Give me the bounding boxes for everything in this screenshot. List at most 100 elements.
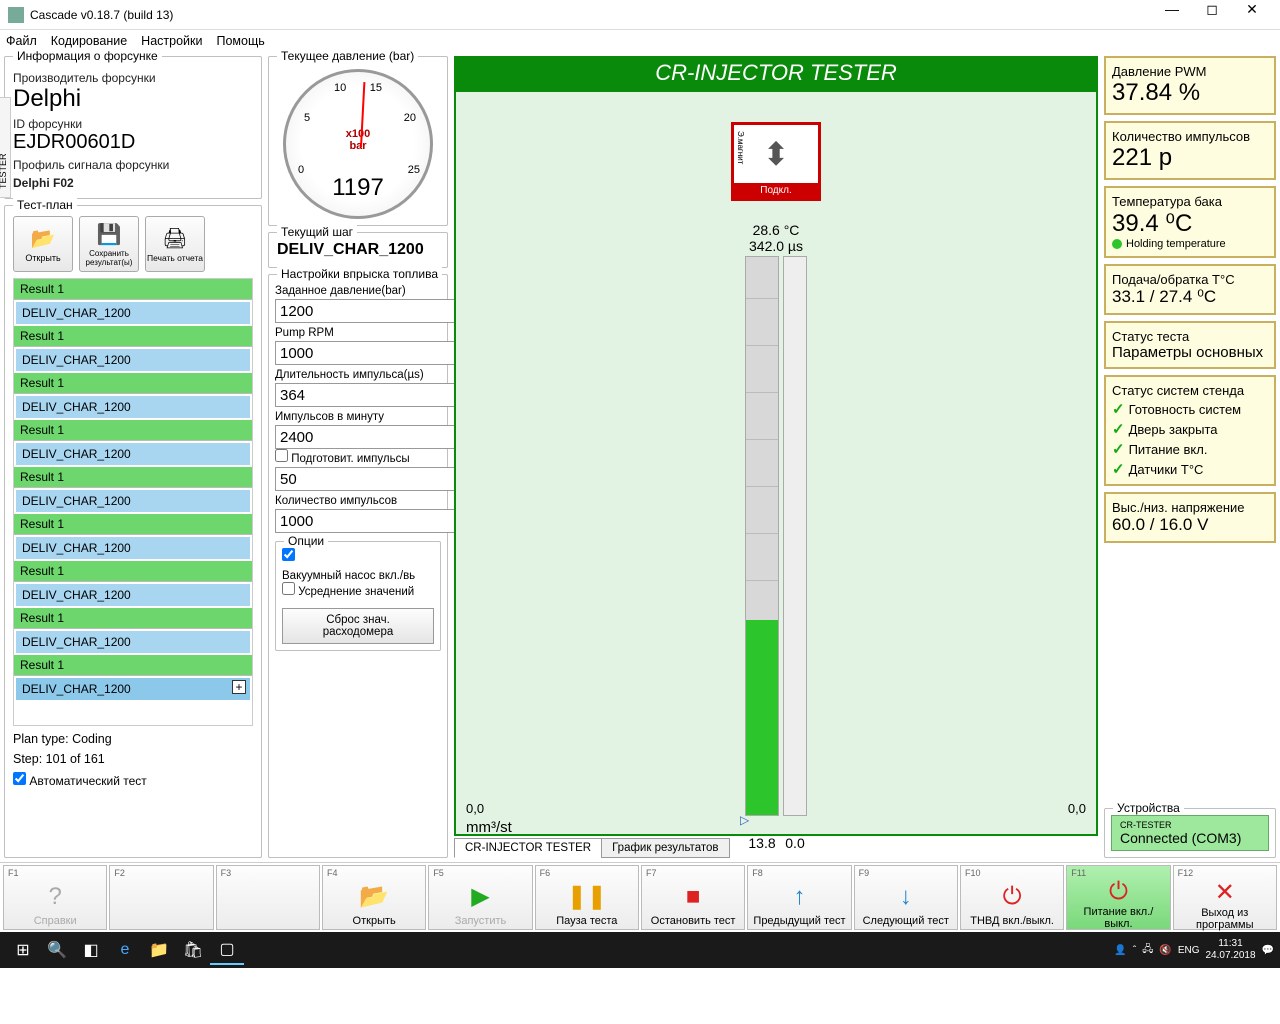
test-status-panel: Статус теста Параметры основных	[1104, 321, 1276, 369]
f6-button[interactable]: F6❚❚Пауза теста	[535, 865, 639, 930]
auto-test-check[interactable]: Автоматический тест	[13, 772, 253, 788]
pulse-input[interactable]	[275, 383, 484, 407]
pressure-input[interactable]	[275, 299, 484, 323]
injector-info-title: Информация о форсунке	[13, 49, 162, 63]
options-title: Опции	[284, 534, 328, 548]
gauge-unit: x100 bar	[286, 128, 430, 152]
result-item[interactable]: DELIV_CHAR_1200	[16, 537, 250, 559]
auto-test-label: Автоматический тест	[29, 774, 146, 788]
result-header[interactable]: Result 1	[14, 326, 252, 347]
f2-button[interactable]: F2	[109, 865, 213, 930]
menu-settings[interactable]: Настройки	[141, 34, 202, 48]
check-icon: ✓	[1112, 441, 1125, 458]
save-button[interactable]: 💾 Сохранить результат(ы)	[79, 216, 139, 272]
menu-coding[interactable]: Кодирование	[51, 34, 127, 48]
result-item[interactable]: DELIV_CHAR_1200	[16, 443, 250, 465]
check-icon: ✓	[1112, 401, 1125, 418]
auto-test-checkbox[interactable]	[13, 772, 26, 785]
result-header[interactable]: Result 1	[14, 279, 252, 300]
avg-check[interactable]: Усреднение значений	[282, 586, 414, 598]
rpm-label: Pump RPM	[275, 327, 441, 339]
result-item[interactable]: DELIV_CHAR_1200	[16, 490, 250, 512]
pause-icon: ❚❚	[540, 878, 634, 915]
start-button[interactable]: ⊞	[6, 935, 40, 965]
vacuum-check[interactable]	[282, 552, 295, 564]
result-item[interactable]: DELIV_CHAR_1200	[16, 631, 250, 653]
tray-clock[interactable]: 11:31 24.07.2018	[1205, 938, 1255, 962]
pwm-value: 37.84 %	[1112, 79, 1268, 107]
pulses-panel: Количество импульсов 221 p	[1104, 121, 1276, 180]
window-title: Cascade v0.18.7 (build 13)	[30, 8, 1152, 22]
profile-value: Delphi F02	[13, 176, 253, 190]
store-icon[interactable]: 🛍	[176, 935, 210, 965]
tray-lang[interactable]: ENG	[1178, 945, 1200, 956]
rpm-input[interactable]	[275, 341, 484, 365]
power-icon: ⏻	[965, 878, 1059, 915]
prep-check[interactable]: Подготовит. импульсы	[275, 453, 410, 465]
gauge-title: Текущее давление (bar)	[277, 49, 418, 63]
result-item[interactable]: DELIV_CHAR_1200+	[16, 678, 250, 700]
tab-graph[interactable]: График результатов	[601, 838, 729, 858]
app-taskbar-icon[interactable]: ▢	[210, 935, 244, 965]
flow-temp-panel: Подача/обратка T°C 33.1 / 27.4 ⁰C	[1104, 264, 1276, 315]
f7-button[interactable]: F7■Остановить тест	[641, 865, 745, 930]
reset-flowmeter-button[interactable]: Сброс знач. расходомера	[282, 608, 434, 644]
check-icon: ✓	[1112, 461, 1125, 478]
function-key-bar: F1?Справки F2 F3 F4📂Открыть F5▶Запустить…	[0, 862, 1280, 932]
open-button[interactable]: 📂 Открыть	[13, 216, 73, 272]
tab-tester[interactable]: CR-INJECTOR TESTER	[454, 838, 602, 858]
result-item[interactable]: DELIV_CHAR_1200	[16, 302, 250, 324]
taskview-icon[interactable]: ◧	[74, 935, 108, 965]
taskbar: ⊞ 🔍 ◧ e 📁 🛍 ▢ 👤 ˆ 🖧 🔇 ENG 11:31 24.07.20…	[0, 932, 1280, 968]
tray-people-icon[interactable]: 👤	[1114, 945, 1126, 956]
result-header[interactable]: Result 1	[14, 655, 252, 676]
result-item[interactable]: DELIV_CHAR_1200	[16, 584, 250, 606]
tray-up-icon[interactable]: ˆ	[1133, 945, 1136, 956]
results-list[interactable]: Result 1DELIV_CHAR_1200Result 1DELIV_CHA…	[13, 278, 253, 726]
f12-button[interactable]: F12✕Выход из программы	[1173, 865, 1277, 930]
f11-button[interactable]: F11⏻Питание вкл./выкл.	[1066, 865, 1170, 930]
f4-button[interactable]: F4📂Открыть	[322, 865, 426, 930]
device-item[interactable]: CR-TESTER Connected (COM3)	[1111, 815, 1269, 851]
zero-right: 0,0	[1068, 801, 1086, 816]
sidebar-tab[interactable]: CR-INJECTOR TESTER	[0, 97, 11, 198]
maximize-button[interactable]: ◻	[1192, 1, 1232, 29]
f3-button[interactable]: F3	[216, 865, 320, 930]
f1-button[interactable]: F1?Справки	[3, 865, 107, 930]
menu-file[interactable]: Файл	[6, 34, 37, 48]
result-header[interactable]: Result 1	[14, 608, 252, 629]
result-item[interactable]: DELIV_CHAR_1200	[16, 396, 250, 418]
result-header[interactable]: Result 1	[14, 514, 252, 535]
minimize-button[interactable]: —	[1152, 1, 1192, 29]
check-icon: ✓	[1112, 421, 1125, 438]
injector-status-box: Э.магнит ⬍ Подкл.	[731, 122, 821, 201]
tray-volume-icon[interactable]: 🔇	[1159, 945, 1171, 956]
explorer-icon[interactable]: 📁	[142, 935, 176, 965]
titlebar: Cascade v0.18.7 (build 13) — ◻ ✕	[0, 0, 1280, 30]
search-icon[interactable]: 🔍	[40, 935, 74, 965]
tray-network-icon[interactable]: 🖧	[1142, 942, 1153, 959]
prep-input[interactable]	[275, 467, 484, 491]
count-input[interactable]	[275, 509, 484, 533]
print-button[interactable]: 🖨 Печать отчета	[145, 216, 205, 272]
id-value: EJDR00601D	[13, 131, 253, 154]
f10-button[interactable]: F10⏻ТНВД вкл./выкл.	[960, 865, 1064, 930]
arrow-up-icon: ↑	[752, 878, 846, 915]
f9-button[interactable]: F9↓Следующий тест	[854, 865, 958, 930]
f5-button[interactable]: F5▶Запустить	[428, 865, 532, 930]
menu-help[interactable]: Помощь	[216, 34, 264, 48]
settings-group: Настройки впрыска топлива Заданное давле…	[268, 274, 448, 858]
result-header[interactable]: Result 1	[14, 420, 252, 441]
result-header[interactable]: Result 1	[14, 373, 252, 394]
delivery-fill	[746, 620, 778, 815]
result-header[interactable]: Result 1	[14, 561, 252, 582]
edge-icon[interactable]: e	[108, 935, 142, 965]
gauge-dial: x100 bar 1197 0 5 10 15 20 25	[283, 69, 433, 219]
tray-notifications-icon[interactable]: 💬	[1262, 945, 1274, 956]
expand-icon[interactable]: +	[232, 680, 246, 694]
close-button[interactable]: ✕	[1232, 1, 1272, 29]
ipm-input[interactable]	[275, 425, 484, 449]
result-header[interactable]: Result 1	[14, 467, 252, 488]
result-item[interactable]: DELIV_CHAR_1200	[16, 349, 250, 371]
f8-button[interactable]: F8↑Предыдущий тест	[747, 865, 851, 930]
